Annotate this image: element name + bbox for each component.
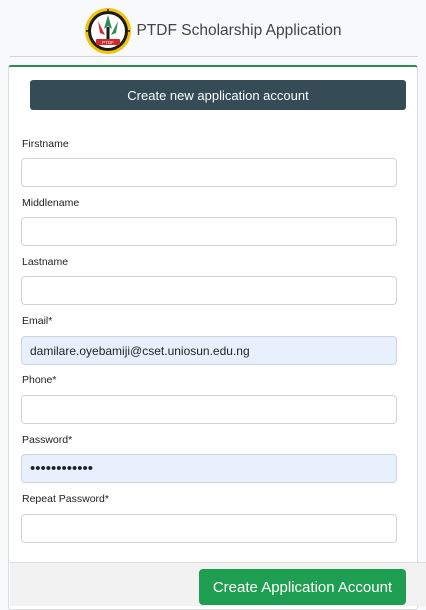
firstname-label: Firstname — [22, 138, 69, 150]
firstname-input[interactable] — [21, 158, 397, 187]
form-title: Create new application account — [30, 80, 406, 110]
repeat-password-label: Repeat Password* — [22, 493, 109, 505]
middlename-input[interactable] — [21, 217, 397, 246]
email-input[interactable] — [21, 336, 397, 365]
phone-label: Phone* — [22, 374, 57, 386]
password-input[interactable] — [21, 454, 397, 483]
email-label: Email* — [22, 315, 53, 327]
lastname-input[interactable] — [21, 276, 397, 305]
card-divider — [10, 56, 418, 57]
app-title: PTDF Scholarship Application — [136, 22, 342, 39]
lastname-label: Lastname — [22, 256, 69, 268]
ptdf-seal-icon: PTDF — [85, 8, 132, 54]
middlename-label: Middlename — [22, 197, 80, 209]
app-header: PTDF PTDF Scholarship Application — [0, 0, 426, 62]
phone-input[interactable] — [21, 395, 397, 424]
create-account-button[interactable]: Create Application Account — [199, 569, 406, 605]
logo-text: PTDF — [103, 40, 115, 45]
repeat-password-input[interactable] — [21, 514, 397, 543]
password-label: Password* — [22, 434, 73, 446]
